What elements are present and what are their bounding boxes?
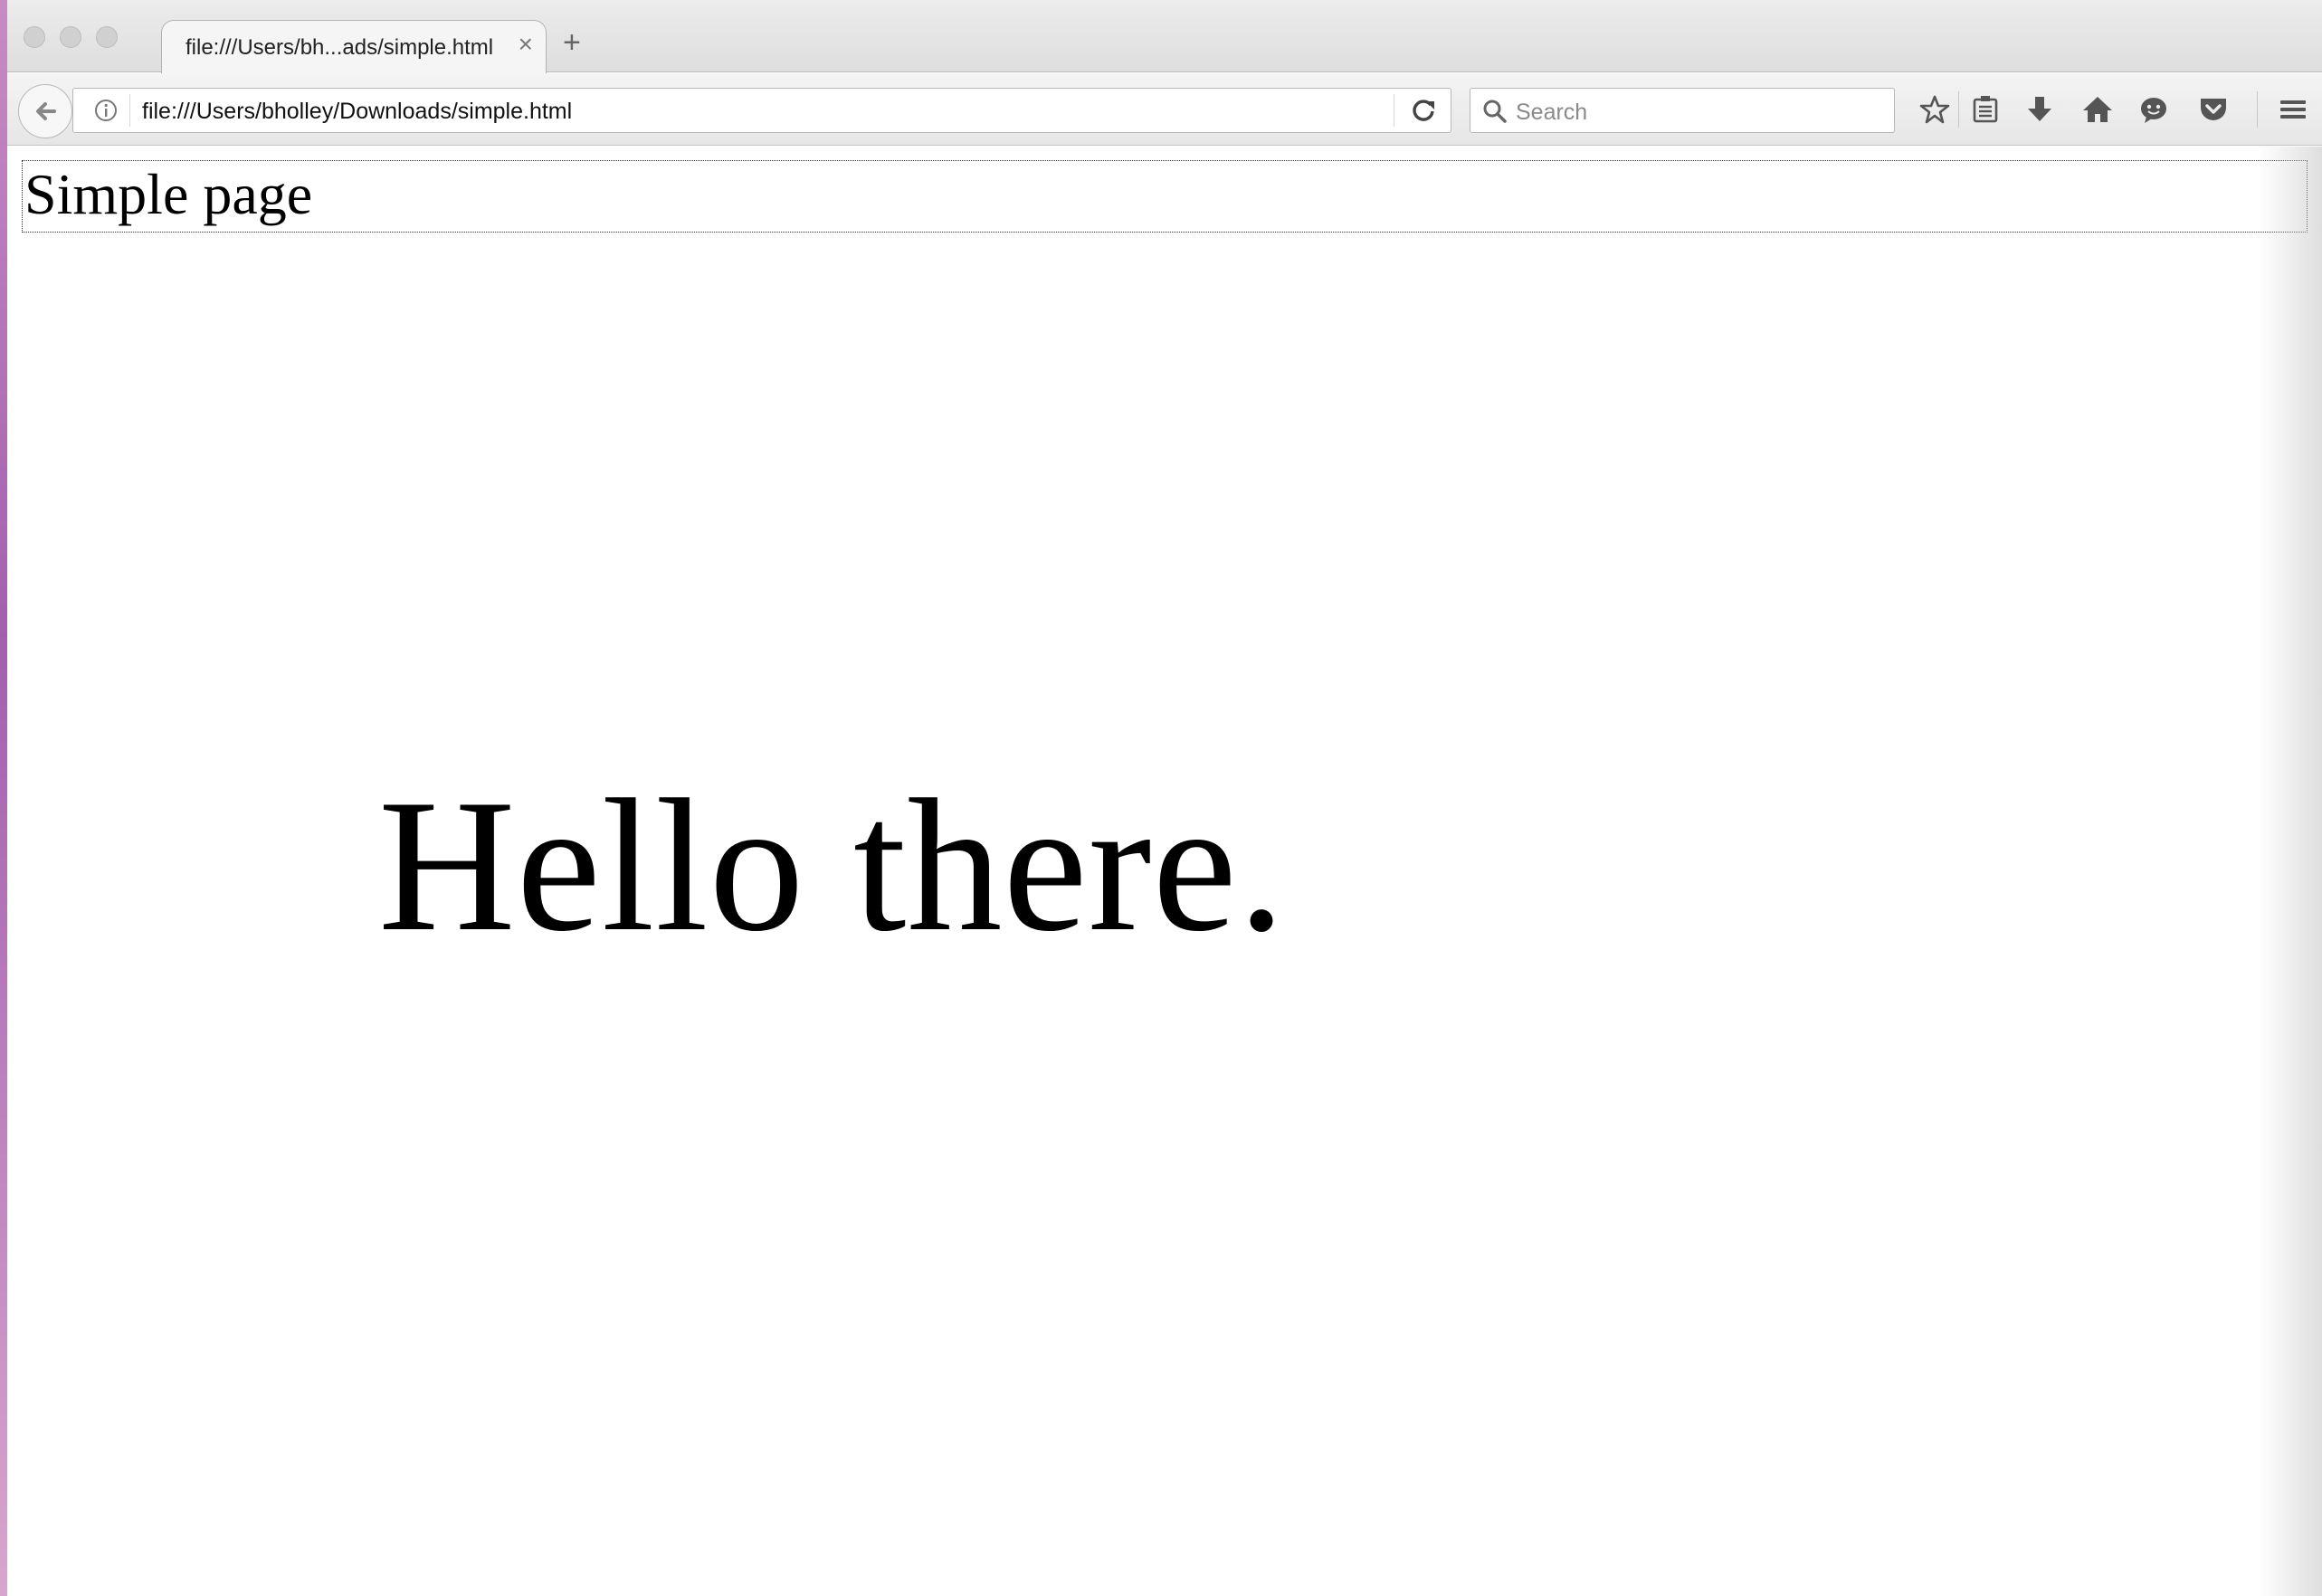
- close-window-button[interactable]: [24, 26, 45, 48]
- navigation-bar: file:///Users/bholley/Downloads/simple.h…: [7, 73, 2322, 146]
- download-icon[interactable]: [2020, 90, 2060, 129]
- tab-title: file:///Users/bh...ads/simple.html: [186, 35, 494, 60]
- url-text[interactable]: file:///Users/bholley/Downloads/simple.h…: [142, 99, 572, 125]
- info-icon[interactable]: [93, 98, 119, 123]
- tab-strip: file:///Users/bh...ads/simple.html × +: [7, 0, 2322, 73]
- tab-close-icon[interactable]: ×: [519, 32, 533, 57]
- home-icon[interactable]: [2078, 90, 2117, 129]
- new-tab-button[interactable]: +: [563, 27, 581, 58]
- url-separator: [129, 94, 130, 127]
- reading-list-icon[interactable]: [1965, 90, 2005, 129]
- window-edge-shadow: [2259, 147, 2322, 1596]
- reload-icon[interactable]: [1409, 96, 1438, 125]
- back-button[interactable]: [18, 84, 72, 138]
- toolbar-separator: [1958, 91, 1959, 128]
- search-icon: [1483, 100, 1507, 123]
- search-input[interactable]: Search: [1516, 100, 1587, 126]
- pocket-icon[interactable]: [2194, 90, 2233, 129]
- toolbar-separator: [2257, 91, 2258, 128]
- browser-window: file:///Users/bh...ads/simple.html × + f…: [7, 0, 2322, 1596]
- emoji-icon[interactable]: [2134, 90, 2174, 129]
- heading-focus-box[interactable]: Simple page: [22, 160, 2308, 233]
- body-text: Hello there.: [378, 761, 1287, 971]
- url-bar[interactable]: file:///Users/bholley/Downloads/simple.h…: [72, 88, 1451, 133]
- search-bar[interactable]: Search: [1470, 88, 1895, 133]
- menu-icon[interactable]: [2273, 90, 2313, 129]
- minimize-window-button[interactable]: [60, 26, 81, 48]
- back-arrow-icon: [36, 102, 56, 120]
- zoom-window-button[interactable]: [96, 26, 118, 48]
- page-heading: Simple page: [24, 162, 313, 226]
- tab-active[interactable]: file:///Users/bh...ads/simple.html ×: [161, 20, 547, 73]
- page-content: Simple page Hello there.: [7, 147, 2322, 1596]
- bookmark-star-icon[interactable]: [1915, 90, 1955, 129]
